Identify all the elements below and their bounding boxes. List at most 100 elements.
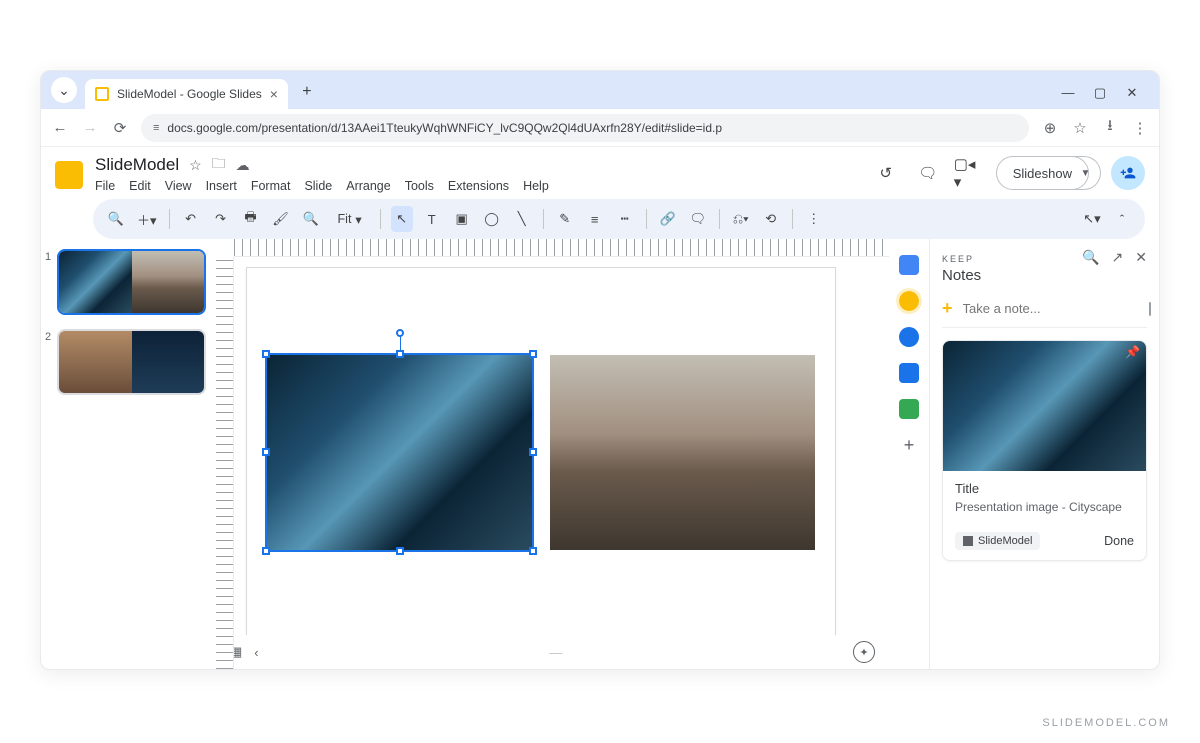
link-button[interactable]: 🔗 [657, 206, 679, 232]
take-note-row[interactable]: + [942, 298, 1147, 328]
maps-icon[interactable] [899, 399, 919, 419]
explore-button[interactable]: ✦ [853, 641, 875, 663]
slide-canvas[interactable] [246, 267, 836, 635]
window-maximize-button[interactable]: ▢ [1091, 85, 1109, 101]
tab-search-button[interactable]: ⌄ [51, 77, 77, 103]
contacts-icon[interactable] [899, 363, 919, 383]
resize-handle-e[interactable] [529, 448, 537, 456]
move-icon[interactable]: 🗀 [212, 153, 226, 177]
keep-note-card[interactable]: 📌 Title Presentation image - Cityscape S… [942, 340, 1147, 561]
take-note-input[interactable] [963, 301, 1139, 316]
nav-forward-button[interactable]: → [81, 119, 99, 136]
download-icon[interactable]: ⭳ [1101, 115, 1119, 140]
vertical-ruler[interactable] [216, 257, 234, 669]
window-minimize-button[interactable]: — [1059, 85, 1077, 101]
comment-button[interactable]: 🗨 [687, 206, 709, 232]
url-text: docs.google.com/presentation/d/13AAei1Tt… [167, 121, 722, 135]
reset-image-button[interactable]: ⟲ [760, 206, 782, 232]
zoom-tool-icon[interactable]: 🔍 [300, 206, 322, 232]
keep-icon[interactable] [899, 291, 919, 311]
menu-arrange[interactable]: Arrange [346, 179, 390, 193]
menu-slide[interactable]: Slide [304, 179, 332, 193]
textbox-tool[interactable]: T [421, 206, 443, 232]
hide-menus-icon[interactable]: ˆ [1111, 206, 1133, 232]
slides-logo-icon[interactable] [55, 161, 83, 189]
keep-search-icon[interactable]: 🔍 [1082, 249, 1099, 266]
image-tool[interactable]: ▣ [451, 206, 473, 232]
menu-help[interactable]: Help [523, 179, 549, 193]
app-header: SlideModel ☆ 🗀 ☁ File Edit View Insert F… [41, 147, 1159, 199]
slide-image-1[interactable] [267, 355, 532, 550]
border-dash-button[interactable]: ┅ [614, 206, 636, 232]
window-close-button[interactable]: ✕ [1123, 85, 1141, 101]
print-button[interactable]: 🖶 [240, 206, 262, 232]
menu-bar: File Edit View Insert Format Slide Arran… [95, 179, 549, 193]
new-slide-button[interactable]: ＋▾ [135, 206, 159, 232]
tasks-icon[interactable] [899, 327, 919, 347]
get-addons-icon[interactable]: + [899, 435, 919, 455]
nav-back-button[interactable]: ← [51, 119, 69, 136]
cloud-status-icon[interactable]: ☁ [236, 157, 250, 174]
resize-handle-sw[interactable] [262, 547, 270, 555]
note-title: Title [955, 481, 1134, 496]
share-button[interactable] [1111, 156, 1145, 190]
undo-button[interactable]: ↶ [180, 206, 202, 232]
history-icon[interactable]: ↺ [870, 157, 902, 189]
redo-button[interactable]: ↷ [210, 206, 232, 232]
paint-format-button[interactable]: 🖌 [270, 206, 292, 232]
menu-insert[interactable]: Insert [206, 179, 237, 193]
meet-camera-icon[interactable]: ▢◂ ▾ [954, 157, 986, 189]
slideshow-dropdown[interactable]: ▼ [1071, 156, 1101, 190]
crop-button[interactable]: ⎌▾ [730, 206, 752, 232]
menu-extensions[interactable]: Extensions [448, 179, 509, 193]
keep-open-icon[interactable]: ↗ [1112, 249, 1124, 266]
star-icon[interactable]: ☆ [189, 157, 202, 174]
browser-menu-icon[interactable]: ⋮ [1131, 119, 1149, 137]
shape-tool[interactable]: ◯ [481, 206, 503, 232]
note-source-chip[interactable]: SlideModel [955, 532, 1040, 550]
keep-close-icon[interactable]: ✕ [1135, 249, 1147, 266]
search-menu-icon[interactable]: 🔍 [105, 206, 127, 232]
pointer-mode-icon[interactable]: ↖▾ [1081, 206, 1103, 232]
note-done-button[interactable]: Done [1104, 534, 1134, 548]
zoom-level-select[interactable]: Fit ▾ [330, 212, 370, 227]
slide-thumbnail-2[interactable]: 2 [57, 329, 206, 395]
new-note-plus-icon[interactable]: + [942, 298, 953, 319]
rotate-handle[interactable] [396, 329, 404, 337]
browser-tab[interactable]: SlideModel - Google Slides × [85, 79, 288, 109]
prev-slide-icon[interactable]: ‹ [254, 645, 258, 660]
new-list-icon[interactable] [1149, 302, 1151, 316]
pin-icon[interactable]: 📌 [1125, 345, 1140, 359]
select-tool[interactable]: ↖ [391, 206, 413, 232]
bookmark-star-icon[interactable]: ☆ [1071, 119, 1089, 137]
horizontal-ruler[interactable] [234, 239, 889, 257]
resize-handle-n[interactable] [396, 350, 404, 358]
more-tools-icon[interactable]: ⋮ [803, 206, 825, 232]
calendar-icon[interactable] [899, 255, 919, 275]
tab-close-icon[interactable]: × [270, 86, 278, 102]
menu-tools[interactable]: Tools [405, 179, 434, 193]
resize-handle-ne[interactable] [529, 350, 537, 358]
menu-file[interactable]: File [95, 179, 115, 193]
document-title[interactable]: SlideModel [95, 155, 179, 175]
new-tab-button[interactable]: + [294, 79, 320, 105]
nav-reload-button[interactable]: ⟳ [111, 119, 129, 137]
note-description: Presentation image - Cityscape [955, 500, 1134, 514]
address-url-field[interactable]: ≡ docs.google.com/presentation/d/13AAei1… [141, 114, 1029, 142]
side-panel-icons: + [889, 239, 929, 669]
menu-edit[interactable]: Edit [129, 179, 151, 193]
comments-icon[interactable]: 🗨 [912, 157, 944, 189]
resize-handle-se[interactable] [529, 547, 537, 555]
menu-view[interactable]: View [165, 179, 192, 193]
line-tool[interactable]: ╲ [511, 206, 533, 232]
zoom-icon[interactable]: ⊕ [1041, 119, 1059, 137]
site-info-icon[interactable]: ≡ [153, 122, 159, 134]
menu-format[interactable]: Format [251, 179, 291, 193]
border-color-button[interactable]: ✎ [554, 206, 576, 232]
slide-thumbnail-1[interactable]: 1 [57, 249, 206, 315]
resize-handle-w[interactable] [262, 448, 270, 456]
resize-handle-nw[interactable] [262, 350, 270, 358]
resize-handle-s[interactable] [396, 547, 404, 555]
slide-image-2[interactable] [550, 355, 815, 550]
border-weight-button[interactable]: ≡ [584, 206, 606, 232]
